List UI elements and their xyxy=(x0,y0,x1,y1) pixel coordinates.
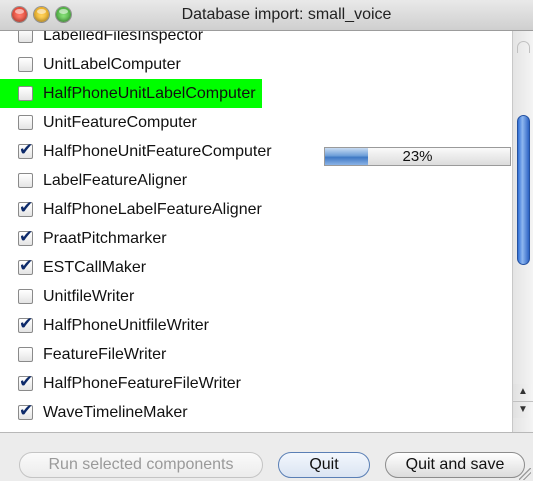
component-row[interactable]: ESTCallMaker xyxy=(0,253,146,282)
component-row[interactable]: UnitLabelComputer xyxy=(0,50,181,79)
component-checkbox[interactable] xyxy=(18,173,33,188)
component-checkbox[interactable] xyxy=(18,227,33,247)
component-label: UnitLabelComputer xyxy=(43,55,181,73)
progress-text: 23% xyxy=(402,148,433,165)
run-selected-components-button[interactable]: Run selected components xyxy=(19,452,263,478)
component-label: PraatPitchmarker xyxy=(43,229,167,247)
component-row[interactable]: FeatureFileWriter xyxy=(0,340,166,369)
component-checkbox[interactable] xyxy=(18,86,33,101)
component-checkbox[interactable] xyxy=(18,115,33,130)
quit-button[interactable]: Quit xyxy=(278,452,370,478)
component-checkbox[interactable] xyxy=(18,372,33,392)
component-label: HalfPhoneUnitLabelComputer xyxy=(43,84,256,102)
component-row[interactable]: PraatPitchmarker xyxy=(0,224,167,253)
component-label: UnitFeatureComputer xyxy=(43,113,197,131)
component-checkbox[interactable] xyxy=(18,57,33,72)
database-import-window: Database import: small_voice LabelledFil… xyxy=(0,0,533,481)
component-row[interactable]: WaveTimelineMaker xyxy=(0,398,188,427)
component-row[interactable]: LabelledFilesInspector xyxy=(0,31,203,50)
component-list: LabelledFilesInspector UnitLabelComputer H… xyxy=(0,31,512,432)
component-label: WaveTimelineMaker xyxy=(43,403,188,421)
progress-bar: 23% xyxy=(324,147,511,166)
scrollbar-track-cap xyxy=(517,41,530,53)
scroll-up-arrow-icon[interactable]: ▲ xyxy=(513,384,533,400)
component-label: FeatureFileWriter xyxy=(43,345,167,363)
component-row[interactable]: UnitFeatureComputer xyxy=(0,108,197,137)
component-row[interactable]: HalfPhoneUnitFeatureComputer xyxy=(0,137,272,166)
title-bar: Database import: small_voice xyxy=(0,0,533,31)
scrollbar-thumb[interactable] xyxy=(517,115,530,265)
component-label: HalfPhoneFeatureFileWriter xyxy=(43,374,242,392)
window-title: Database import: small_voice xyxy=(181,6,392,23)
component-label: HalfPhoneUnitfileWriter xyxy=(43,316,209,334)
component-label: UnitfileWriter xyxy=(43,287,135,305)
component-label: HalfPhoneLabelFeatureAligner xyxy=(43,200,262,218)
button-bar: Run selected components Quit Quit and sa… xyxy=(0,432,533,481)
quit-and-save-button[interactable]: Quit and save xyxy=(385,452,525,478)
component-row[interactable]: HalfPhoneUnitfileWriter xyxy=(0,311,209,340)
component-checkbox[interactable] xyxy=(18,198,33,218)
component-checkbox[interactable] xyxy=(18,256,33,276)
component-label: HalfPhoneUnitFeatureComputer xyxy=(43,142,272,160)
component-checkbox[interactable] xyxy=(18,31,33,43)
vertical-scrollbar[interactable]: ▲ ▼ xyxy=(512,31,533,432)
component-row[interactable]: HalfPhoneUnitLabelComputer xyxy=(0,79,262,108)
scroll-down-arrow-icon[interactable]: ▼ xyxy=(513,401,533,418)
component-label: LabelledFilesInspector xyxy=(43,31,204,44)
component-checkbox[interactable] xyxy=(18,401,33,421)
component-row[interactable]: HalfPhoneFeatureFileWriter xyxy=(0,369,241,398)
component-label: ESTCallMaker xyxy=(43,258,147,276)
component-checkbox[interactable] xyxy=(18,314,33,334)
component-row[interactable]: UnitfileWriter xyxy=(0,282,134,311)
component-checkbox[interactable] xyxy=(18,347,33,362)
component-row[interactable]: LabelFeatureAligner xyxy=(0,166,187,195)
component-checkbox[interactable] xyxy=(18,289,33,304)
component-row[interactable]: HalfPhoneLabelFeatureAligner xyxy=(0,195,262,224)
component-checkbox[interactable] xyxy=(18,140,33,160)
component-label: LabelFeatureAligner xyxy=(43,171,188,189)
resize-grip-icon[interactable] xyxy=(519,468,531,480)
